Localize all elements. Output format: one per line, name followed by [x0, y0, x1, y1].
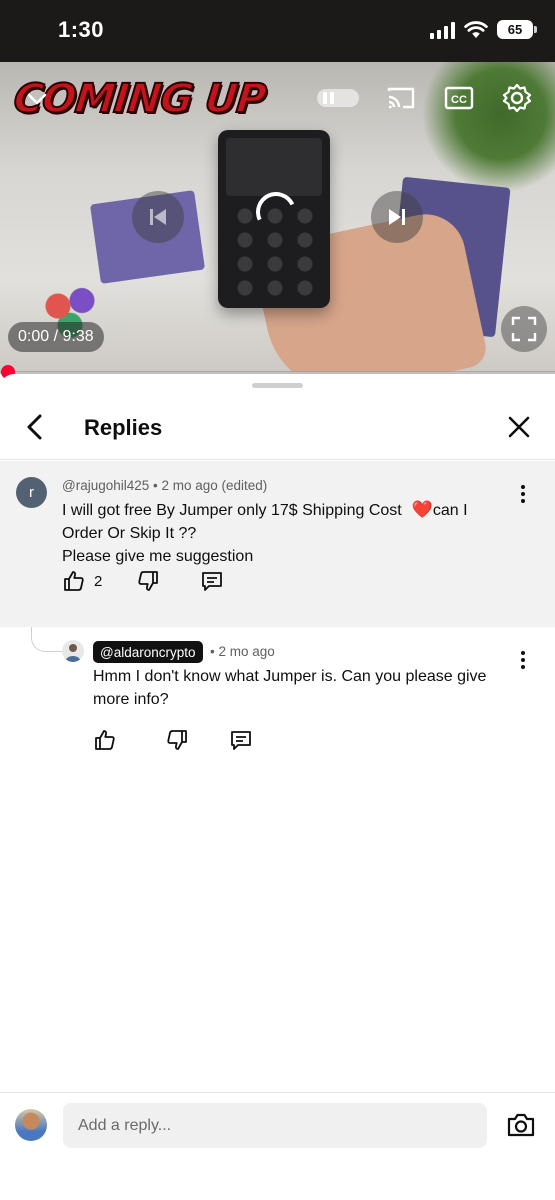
dislike-button[interactable] — [165, 728, 189, 752]
thumbs-up-icon — [64, 571, 84, 591]
comment-bubble-icon — [231, 731, 251, 750]
pause-icon — [315, 85, 341, 111]
comment-bubble-icon — [202, 572, 223, 591]
video-time-display: 0:00 / 9:38 — [8, 322, 104, 352]
thumbs-up-icon — [95, 730, 115, 750]
dislike-button[interactable] — [136, 569, 160, 593]
comment-actions: 2 — [62, 569, 224, 593]
reply-body: Hmm I don't know what Jumper is. Can you… — [93, 668, 487, 708]
previous-video-button[interactable] — [132, 191, 184, 243]
settings-gear-icon[interactable] — [501, 82, 533, 114]
next-video-button[interactable] — [371, 191, 423, 243]
status-bar: 1:30 65 — [0, 0, 555, 62]
chevron-down-icon[interactable] — [24, 86, 50, 112]
comment-meta: @rajugohil425 • 2 mo ago (edited) — [62, 478, 267, 493]
thumbs-down-icon — [138, 571, 159, 591]
fullscreen-button[interactable] — [501, 306, 547, 352]
comment-author[interactable]: @rajugohil425 — [62, 478, 149, 493]
like-button[interactable]: 2 — [62, 569, 102, 593]
avatar[interactable] — [15, 1109, 47, 1141]
camera-icon[interactable] — [506, 1111, 536, 1139]
cellular-signal-icon — [430, 21, 455, 39]
replies-panel: Replies r @rajugohil425 • 2 mo ago (edit… — [0, 374, 555, 1200]
reply-button[interactable] — [200, 569, 224, 593]
avatar[interactable]: r — [16, 477, 47, 508]
comment-text-line: I will got free By Jumper only 17$ Shipp… — [62, 502, 402, 519]
reply-input[interactable] — [63, 1103, 487, 1148]
captions-icon[interactable]: CC — [443, 82, 475, 114]
back-arrow-icon[interactable] — [20, 412, 50, 442]
reply-author[interactable]: @aldaroncrypto — [93, 641, 203, 663]
reply-actions — [93, 728, 253, 752]
comment-body: I will got free By Jumper only 17$ Shipp… — [62, 498, 502, 568]
more-options-button[interactable] — [515, 649, 531, 671]
panel-title: Replies — [84, 415, 163, 440]
skip-next-icon — [389, 209, 405, 225]
avatar[interactable] — [62, 640, 84, 662]
thread-connector — [31, 627, 65, 652]
close-icon[interactable] — [505, 413, 533, 441]
like-count: 2 — [94, 572, 103, 590]
status-time: 1:30 — [58, 17, 105, 42]
reply-composer — [0, 1092, 555, 1200]
battery-icon: 65 — [497, 20, 537, 39]
drag-handle[interactable] — [252, 383, 303, 388]
like-button[interactable] — [93, 728, 117, 752]
reply-button[interactable] — [229, 728, 253, 752]
parent-comment: r @rajugohil425 • 2 mo ago (edited) I wi… — [0, 461, 555, 627]
reply-time: • 2 mo ago — [210, 644, 275, 659]
status-icons: 65 — [430, 20, 537, 39]
comment-text-line: Please give me suggestion — [62, 548, 254, 565]
comment-time: • 2 mo ago (edited) — [149, 478, 268, 493]
wifi-icon — [464, 20, 488, 38]
replies-header: Replies — [0, 396, 555, 460]
comment-text-line-end: can I — [432, 502, 468, 519]
more-options-button[interactable] — [515, 483, 531, 505]
comment-text-line: Order Or Skip It ?? — [62, 525, 197, 542]
player-top-controls: CC — [317, 82, 533, 114]
skip-previous-icon — [150, 209, 166, 225]
autoplay-toggle[interactable] — [317, 89, 359, 107]
thumbs-down-icon — [167, 730, 187, 750]
cast-icon[interactable] — [385, 82, 417, 114]
svg-text:CC: CC — [451, 94, 467, 106]
heart-emoji: ❤️ — [411, 500, 433, 519]
video-player[interactable]: COMING UP CC 0:00 / 9:38 — [0, 62, 555, 372]
fullscreen-icon — [511, 316, 537, 342]
